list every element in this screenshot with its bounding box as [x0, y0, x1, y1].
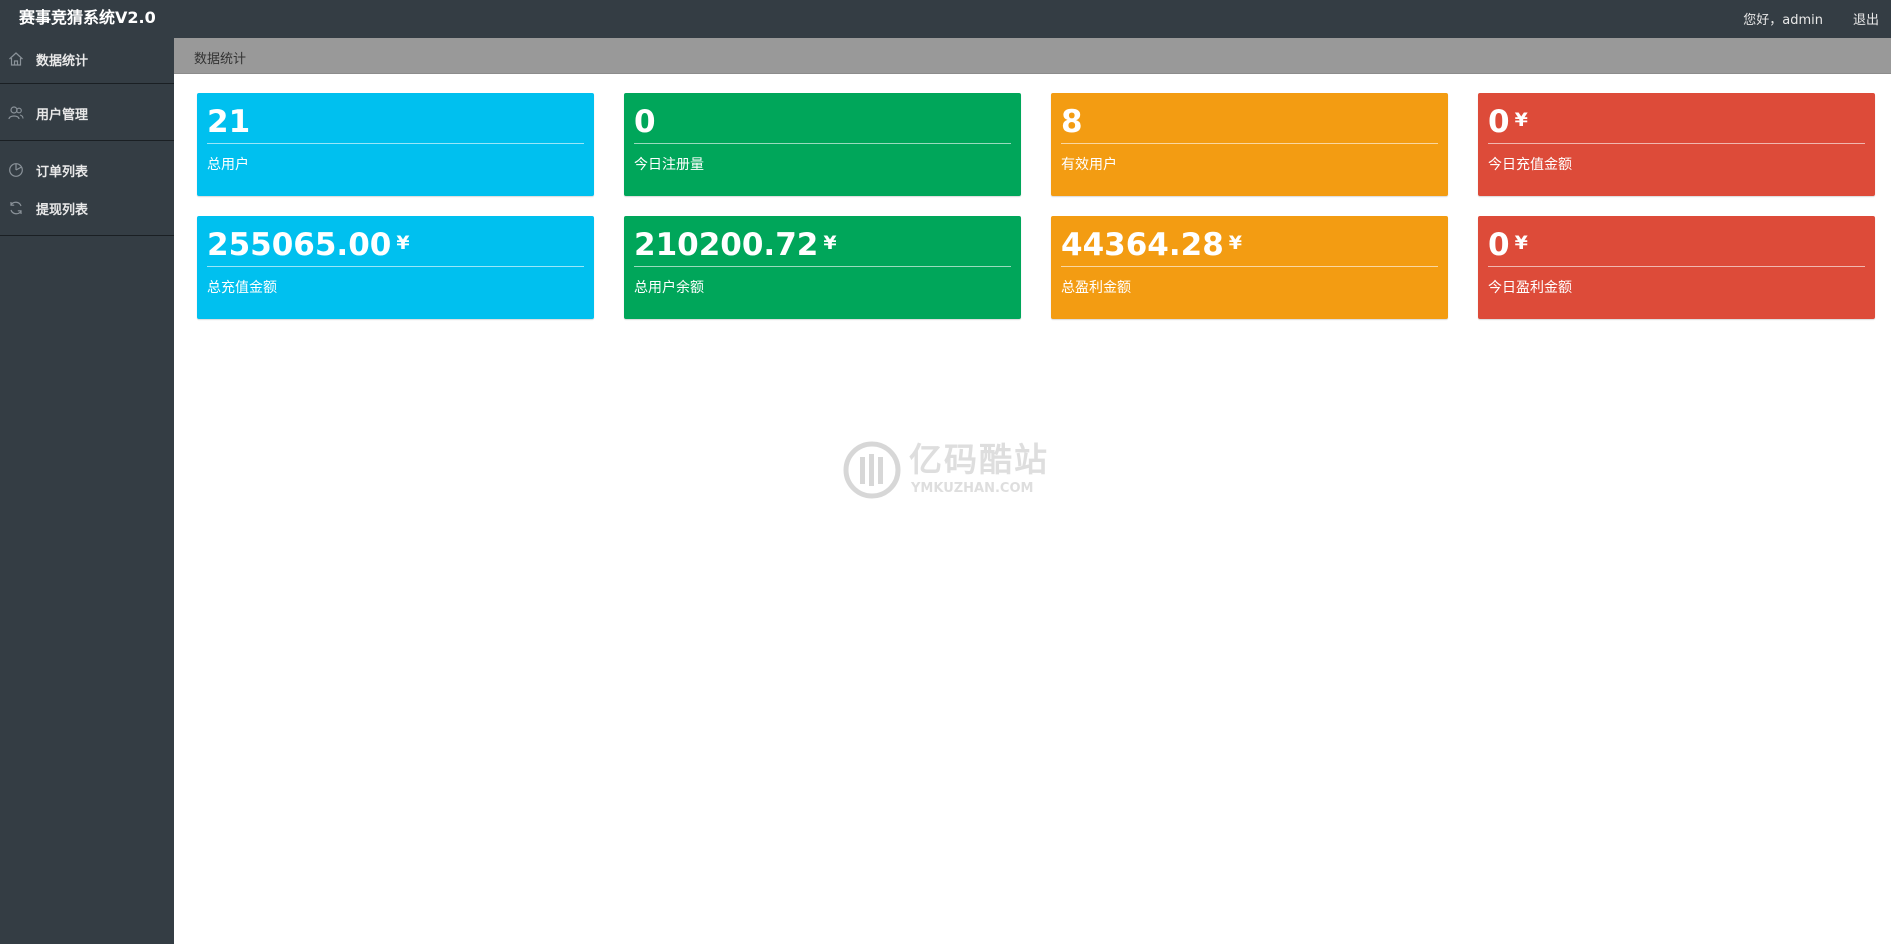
sidebar-item-label: 数据统计 [36, 53, 89, 69]
stat-label: 今日盈利金额 [1488, 280, 1572, 296]
stat-label: 总用户余额 [634, 280, 704, 296]
users-icon [7, 104, 25, 122]
watermark-cn-text: 亿码酷站 [909, 440, 1049, 479]
watermark-en-text: YMKUZHAN.COM [911, 481, 1034, 496]
stat-value: 44364.28 ¥ [1061, 227, 1242, 263]
currency-unit: ¥ [1514, 109, 1528, 131]
stat-value: 0 [634, 104, 656, 140]
card-divider [207, 266, 584, 267]
breadcrumb-bar: 数据统计 [174, 38, 1891, 74]
card-divider [207, 143, 584, 144]
card-divider [1061, 266, 1438, 267]
stat-card-today-recharge: 0 ¥ 今日充值金额 [1478, 93, 1875, 196]
stat-value: 0 ¥ [1488, 227, 1528, 263]
stat-value: 0 ¥ [1488, 104, 1528, 140]
sidebar-item-label: 提现列表 [36, 202, 89, 218]
sidebar-item-stats[interactable]: 数据统计 [0, 40, 174, 78]
card-divider [634, 143, 1011, 144]
stat-card-total-balance: 210200.72 ¥ 总用户余额 [624, 216, 1021, 319]
user-greeting: 您好，admin [1743, 12, 1823, 28]
stat-label: 有效用户 [1061, 157, 1117, 173]
currency-unit: ¥ [1228, 232, 1242, 254]
sidebar-group-orders: 订单列表 提现列表 [0, 141, 174, 236]
breadcrumb: 数据统计 [194, 52, 247, 67]
stat-label: 总盈利金额 [1061, 280, 1131, 296]
stat-card-total-recharge: 255065.00 ¥ 总充值金额 [197, 216, 594, 319]
stat-card-today-registrations: 0 今日注册量 [624, 93, 1021, 196]
stat-value: 255065.00 ¥ [207, 227, 410, 263]
refresh-icon [7, 199, 25, 217]
stat-value: 8 [1061, 104, 1083, 140]
currency-unit: ¥ [823, 232, 837, 254]
stat-label: 今日充值金额 [1488, 157, 1572, 173]
stat-card-active-users: 8 有效用户 [1051, 93, 1448, 196]
sidebar-group-stats: 数据统计 [0, 38, 174, 84]
card-divider [634, 266, 1011, 267]
logout-link[interactable]: 退出 [1853, 9, 1879, 28]
card-divider [1488, 266, 1865, 267]
stat-label: 今日注册量 [634, 157, 704, 173]
sidebar-item-users[interactable]: 用户管理 [0, 94, 174, 132]
currency-unit: ¥ [1514, 232, 1528, 254]
watermark-logo-icon [843, 441, 901, 499]
sidebar-item-orders[interactable]: 订单列表 [0, 151, 174, 189]
sidebar-item-label: 用户管理 [36, 107, 89, 123]
card-divider [1488, 143, 1865, 144]
watermark: 亿码酷站 YMKUZHAN.COM [843, 441, 1047, 501]
app-title: 赛事竞猜系统V2.0 [19, 8, 156, 27]
sidebar-item-withdrawals[interactable]: 提现列表 [0, 189, 174, 227]
top-right-area: 您好，admin 退出 [1743, 0, 1891, 36]
home-icon [7, 50, 25, 68]
card-divider [1061, 143, 1438, 144]
stat-value: 21 [207, 104, 251, 140]
stat-card-total-users: 21 总用户 [197, 93, 594, 196]
sidebar: 数据统计 用户管理 订单列表 提现列表 [0, 38, 174, 944]
sidebar-item-label: 订单列表 [36, 164, 89, 180]
pie-chart-icon [7, 161, 25, 179]
stat-label: 总充值金额 [207, 280, 277, 296]
stat-card-total-profit: 44364.28 ¥ 总盈利金额 [1051, 216, 1448, 319]
top-bar: 赛事竞猜系统V2.0 您好，admin 退出 [0, 0, 1891, 38]
stat-label: 总用户 [207, 157, 249, 173]
currency-unit: ¥ [396, 232, 410, 254]
stat-card-today-profit: 0 ¥ 今日盈利金额 [1478, 216, 1875, 319]
stat-value: 210200.72 ¥ [634, 227, 837, 263]
sidebar-group-users: 用户管理 [0, 84, 174, 141]
